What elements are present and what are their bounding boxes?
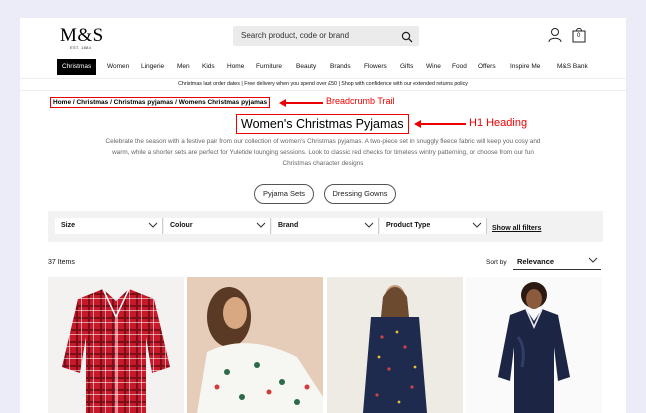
- ms-logo[interactable]: M&S: [60, 25, 104, 47]
- category-description: Celebrate the season with a festive pair…: [105, 138, 541, 167]
- account-icon[interactable]: [548, 27, 562, 48]
- filter-brand[interactable]: Brand: [272, 218, 379, 234]
- chevron-down-icon: [256, 222, 266, 228]
- navy-pyjama-image: [363, 285, 427, 413]
- nav-brands[interactable]: Brands: [330, 59, 351, 75]
- bag-icon[interactable]: 0: [572, 27, 586, 48]
- chevron-down-icon: [364, 222, 374, 228]
- nav-flowers[interactable]: Flowers: [364, 59, 387, 75]
- nav-kids[interactable]: Kids: [202, 59, 215, 75]
- h1-arrow: [418, 123, 466, 125]
- nav-gifts[interactable]: Gifts: [400, 59, 413, 75]
- pill-pyjama-sets[interactable]: Pyjama Sets: [254, 184, 314, 204]
- promo-strip[interactable]: Christmas last order dates | Free delive…: [20, 78, 626, 91]
- product-image-printed-pyjamas[interactable]: [187, 277, 323, 413]
- page-title: Women's Christmas Pyjamas: [236, 114, 409, 134]
- nav-ms-bank[interactable]: M&S Bank: [557, 59, 588, 75]
- h1-annotation: H1 Heading: [469, 117, 528, 129]
- filter-product-type-label: Product Type: [386, 222, 431, 229]
- breadcrumb-annotation: Breadcrumb Trail: [326, 96, 395, 106]
- printed-pyjama-image: [197, 287, 323, 413]
- product-image-navy-pyjamas[interactable]: [327, 277, 463, 413]
- breadcrumb-arrowhead-icon: [279, 99, 286, 107]
- filter-size-label: Size: [61, 222, 76, 229]
- search-input[interactable]: Search product, code or brand: [233, 26, 419, 46]
- main-nav: Christmas Women Lingerie Men Kids Home F…: [20, 59, 626, 75]
- product-image-satin-pyjamas[interactable]: [466, 277, 602, 413]
- nav-inspire-me[interactable]: Inspire Me: [510, 59, 540, 75]
- search-icon[interactable]: [401, 30, 413, 48]
- filter-colour-label: Colour: [170, 222, 193, 229]
- filter-colour[interactable]: Colour: [164, 218, 271, 234]
- nav-wine[interactable]: Wine: [426, 59, 441, 75]
- sort-value: Relevance: [517, 257, 555, 266]
- nav-christmas[interactable]: Christmas: [57, 59, 97, 75]
- nav-furniture[interactable]: Furniture: [256, 59, 282, 75]
- show-all-filters-link[interactable]: Show all filters: [492, 225, 541, 232]
- logo-tagline: EST. 1884: [70, 45, 92, 50]
- filter-product-type[interactable]: Product Type: [380, 218, 487, 234]
- sort-by-label: Sort by: [486, 259, 507, 266]
- satin-pyjama-image: [498, 282, 570, 413]
- filter-brand-label: Brand: [278, 222, 299, 229]
- pill-dressing-gowns[interactable]: Dressing Gowns: [324, 184, 396, 204]
- filter-size[interactable]: Size: [55, 218, 163, 234]
- red-tartan-pyjama-image: [62, 288, 170, 413]
- product-image-red-tartan-pyjamas[interactable]: [48, 277, 184, 413]
- breadcrumb[interactable]: Home / Christmas / Christmas pyjamas / W…: [50, 97, 271, 108]
- nav-home[interactable]: Home: [227, 59, 244, 75]
- search-placeholder: Search product, code or brand: [241, 31, 350, 40]
- nav-offers[interactable]: Offers: [478, 59, 496, 75]
- page: M&S EST. 1884 Search product, code or br…: [20, 18, 626, 413]
- chevron-down-icon: [472, 222, 482, 228]
- chevron-down-icon: [588, 257, 598, 263]
- nav-food[interactable]: Food: [452, 59, 467, 75]
- nav-women[interactable]: Women: [107, 59, 129, 75]
- bag-count: 0: [577, 33, 581, 39]
- nav-lingerie[interactable]: Lingerie: [141, 59, 164, 75]
- h1-arrowhead-icon: [414, 120, 421, 128]
- nav-beauty[interactable]: Beauty: [296, 59, 316, 75]
- items-count: 37 Items: [48, 259, 75, 266]
- breadcrumb-arrow: [283, 102, 323, 104]
- nav-men[interactable]: Men: [177, 59, 190, 75]
- chevron-down-icon: [148, 222, 158, 228]
- sort-select[interactable]: Relevance: [513, 253, 601, 270]
